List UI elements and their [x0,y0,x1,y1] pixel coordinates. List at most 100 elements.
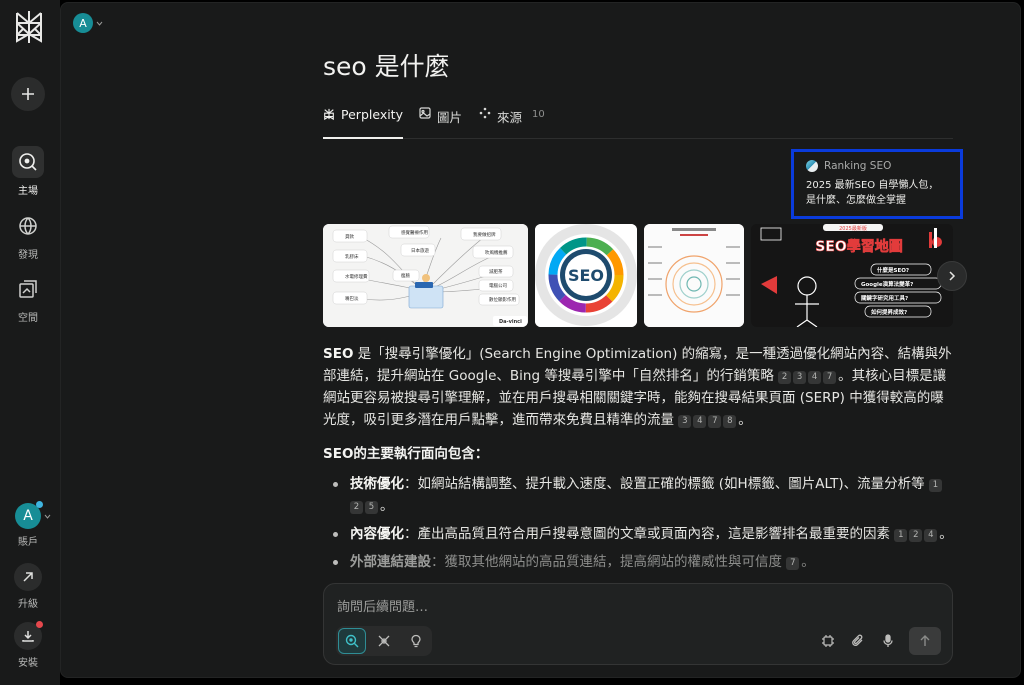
mode-search-button[interactable] [338,628,366,654]
point-end: 。 [801,554,815,570]
citation-badge[interactable]: 7 [786,557,800,570]
image-thumbnail[interactable]: SEO [535,224,637,327]
image-thumbnail[interactable]: 貸款 感覺醫療作用 我要做招牌 乳膠床 日本旅遊 吹風機推薦 水電修理費 嘴巴淡… [323,224,528,327]
tag-text: 吹風機推薦 [485,249,508,256]
tag-text: 貸款 [345,233,354,240]
tag-text: 感覺醫療作用 [401,229,428,236]
globe-icon [12,210,44,242]
point-end: 。 [380,498,394,514]
tag-text: 電腦公司 [489,282,507,289]
tag-text: 我要做招牌 [473,231,496,238]
follow-up-input[interactable] [337,596,897,618]
paperclip-icon [852,634,863,647]
citation-badge[interactable]: 2 [350,501,363,514]
map-title: SEO學習地圖 [815,238,903,255]
tab-sources[interactable]: 來源 10 [479,107,545,139]
nav-spaces[interactable]: 空間 [0,273,56,324]
upgrade-label: 升級 [18,599,38,610]
citation-badge[interactable]: 8 [723,415,737,428]
map-bubble: 什麼是SEO? [877,266,909,274]
mode-selector [336,626,432,656]
tag-text: 瘦臉 [401,272,410,279]
nav-discover[interactable]: 發現 [0,210,56,261]
account-button[interactable]: A 賬戶 [0,501,56,548]
citation-badge[interactable]: 4 [924,529,938,542]
language-model-button[interactable] [818,631,838,651]
answer-body: SEO 是「搜尋引擎優化」(Search Engine Optimization… [323,343,955,579]
carousel-next-button[interactable] [937,261,967,291]
image-thumbnail[interactable] [644,224,744,327]
point-text: ：獲取其他網站的高品質連結，提高網站的權威性與可信度 [431,554,782,570]
citation-badge[interactable]: 1 [894,529,908,542]
chevron-right-icon [949,271,956,281]
citation-badge[interactable]: 3 [793,371,807,384]
plus-icon [22,88,34,100]
seo-keyword-diagram: 貸款 感覺醫療作用 我要做招牌 乳膠床 日本旅遊 吹風機推薦 水電修理費 嘴巴淡… [323,224,528,327]
new-thread-button[interactable] [11,77,45,111]
submit-button[interactable] [909,627,941,655]
answer-paragraph: SEO 是「搜尋引擎優化」(Search Engine Optimization… [323,343,955,431]
citation-badge[interactable]: 4 [693,415,707,428]
research-icon [378,635,390,647]
chevron-down-icon [44,514,51,519]
citation-badge[interactable]: 1 [928,479,942,492]
answer-text: 。 [738,412,752,428]
list-item: 內容優化：產出高品質且符合用戶搜尋意圖的文章或頁面內容，這是影響排名最重要的因素… [323,523,955,545]
sources-icon [479,107,491,119]
map-bubble: Google演算法變革? [861,280,913,288]
tab-perplexity[interactable]: Perplexity [323,107,403,139]
perplexity-icon [324,108,334,121]
image-thumbnail[interactable]: 2025最新版 SEO學習地圖 什麼是SEO? Google演算法變革? 關鍵字… [751,224,953,327]
account-label: 賬戶 [18,537,38,548]
nav-home[interactable]: 主場 [0,146,56,197]
map-bubble: 如何提昇成效? [871,308,907,316]
voice-input-button[interactable] [878,631,898,651]
header-account-menu[interactable]: A [73,13,103,33]
citation-badge[interactable]: 5 [365,501,378,514]
search-circle-icon [12,146,44,178]
point-title: 內容優化 [350,526,404,542]
tag-text: 日本旅遊 [411,247,429,254]
nav-discover-label: 發現 [18,250,38,261]
tab-images-label: 圖片 [437,110,463,125]
tag-text: 數位顯影作用 [489,296,516,303]
mode-labs-button[interactable] [402,628,430,654]
microphone-icon [883,634,893,647]
notification-dot [36,621,43,628]
seo-learning-map-image: 2025最新版 SEO學習地圖 什麼是SEO? Google演算法變革? 關鍵字… [751,224,953,327]
attach-button[interactable] [848,631,868,651]
image-brand: Da-vinci [499,319,522,325]
citation-badge[interactable]: 2 [909,529,923,542]
citation-badge[interactable]: 2 [778,371,792,384]
source-card[interactable]: Ranking SEO 2025 最新SEO 自學懶人包， 是什麼、怎麼做全掌握 [791,149,963,219]
lightbulb-icon [411,634,421,648]
list-item: 外部連結建設：獲取其他網站的高品質連結，提高網站的權威性與可信度 7。 [323,551,955,573]
image-icon [419,107,431,119]
citation-badge[interactable]: 3 [678,415,692,428]
map-badge: 2025最新版 [839,225,867,232]
source-title-line: 是什麼、怎麼做全掌握 [806,195,906,206]
arrow-up-right-icon [14,563,42,591]
nav-spaces-label: 空間 [18,313,38,324]
mode-research-button[interactable] [370,628,398,654]
left-rail: 主場 發現 空間 A 賬戶 升級 安裝 [0,0,60,685]
main-panel: A seo 是什麼 Perplexity 圖片 來源 10 Ranking SE… [60,2,1021,678]
source-site: Ranking SEO [824,160,892,172]
upgrade-button[interactable]: 升級 [0,563,56,610]
citation-badge[interactable]: 4 [808,371,822,384]
install-label: 安裝 [18,658,38,669]
chevron-down-icon [96,21,103,26]
avatar-letter: A [23,508,33,524]
arrow-up-icon [920,635,930,646]
citation-badge[interactable]: 7 [823,371,837,384]
tab-images[interactable]: 圖片 [419,107,462,139]
point-text: ：產出高品質且符合用戶搜尋意圖的文章或頁面內容，這是影響排名最重要的因素 [404,526,890,542]
install-button[interactable]: 安裝 [0,621,56,669]
list-item: 技術優化：如網站結構調整、提升載入速度、設置正確的標籤 (如H標籤、圖片ALT)… [323,473,955,517]
points-list: 技術優化：如網站結構調整、提升載入速度、設置正確的標籤 (如H標籤、圖片ALT)… [323,473,955,573]
answer-lead: SEO [323,346,354,362]
perplexity-logo-icon[interactable] [14,10,44,44]
citation-badge[interactable]: 7 [708,415,722,428]
avatar: A [15,501,43,529]
point-title: 外部連結建設 [350,554,431,570]
